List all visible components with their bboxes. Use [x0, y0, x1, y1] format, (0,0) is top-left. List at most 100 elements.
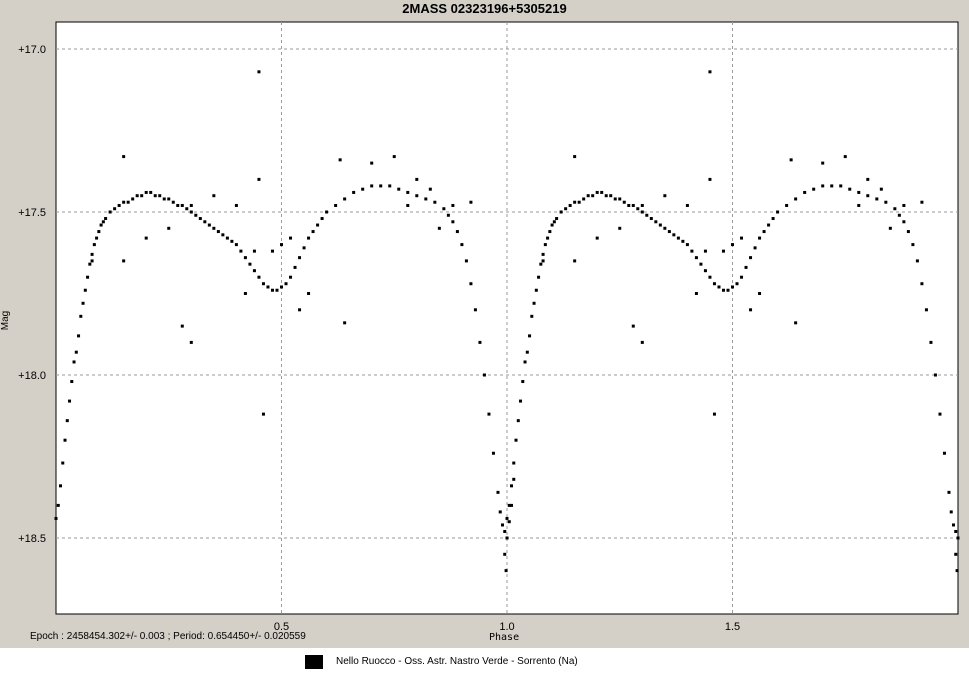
data-point [207, 223, 211, 227]
data-point [108, 210, 112, 214]
data-point [135, 194, 139, 198]
data-point [735, 282, 739, 286]
data-point [433, 200, 437, 204]
data-point [577, 200, 581, 204]
data-point [117, 203, 121, 207]
data-point [559, 210, 563, 214]
data-point [361, 187, 365, 191]
data-point [776, 210, 780, 214]
data-point [216, 230, 220, 234]
data-point [537, 275, 541, 279]
data-point [203, 220, 207, 224]
data-point [74, 350, 78, 354]
data-point [212, 226, 216, 230]
x-axis-label: Phase [489, 632, 520, 643]
data-point [906, 230, 910, 234]
data-point [530, 314, 534, 318]
data-point [726, 288, 730, 292]
data-point [428, 187, 432, 191]
data-point [320, 217, 324, 221]
data-point [767, 223, 771, 227]
data-point [212, 194, 216, 198]
data-point [694, 292, 698, 295]
data-point [573, 155, 577, 159]
data-point [180, 203, 184, 207]
data-point [893, 207, 897, 211]
data-point [293, 265, 297, 269]
data-point [460, 243, 464, 247]
data-point [392, 155, 396, 159]
legend-swatch [305, 655, 323, 669]
data-point [794, 321, 798, 325]
data-point [79, 314, 83, 318]
data-point [496, 490, 500, 494]
data-point [789, 158, 793, 162]
data-point [275, 288, 279, 292]
data-point [252, 249, 256, 253]
data-point [415, 194, 419, 198]
data-point [929, 340, 933, 344]
data-point [122, 259, 126, 263]
data-point [857, 203, 861, 207]
data-point [897, 213, 901, 217]
data-point [875, 197, 879, 201]
data-point [122, 200, 126, 204]
data-point [640, 203, 644, 207]
data-point [884, 200, 888, 204]
data-point [406, 203, 410, 207]
data-point [167, 226, 171, 230]
data-point [758, 292, 762, 295]
data-point [97, 230, 101, 234]
data-point [843, 155, 847, 159]
data-point [803, 190, 807, 194]
data-point [915, 259, 919, 263]
y-tick-label: +18.0 [18, 370, 46, 382]
data-point [270, 249, 274, 253]
data-point [731, 243, 734, 247]
data-point [498, 510, 502, 514]
data-point [334, 203, 338, 207]
data-point [167, 197, 171, 201]
data-point [721, 249, 725, 253]
y-tick-label: +17.5 [18, 207, 46, 219]
data-point [568, 203, 572, 207]
data-point [56, 503, 60, 507]
data-point [406, 190, 410, 194]
data-point [298, 308, 302, 312]
data-point [618, 197, 622, 201]
data-point [194, 213, 198, 217]
data-point [176, 203, 180, 207]
data-point [942, 451, 946, 455]
data-point [550, 223, 554, 227]
data-point [482, 373, 486, 377]
data-point [954, 552, 958, 556]
data-point [243, 292, 247, 295]
data-point [902, 203, 906, 207]
data-point [839, 184, 843, 188]
data-point [510, 484, 514, 488]
data-point [311, 230, 315, 234]
data-point [552, 220, 556, 224]
data-point [812, 187, 816, 191]
data-point [708, 275, 712, 279]
data-point [307, 292, 311, 295]
data-point [516, 419, 520, 423]
data-point [703, 249, 707, 253]
data-point [507, 520, 511, 524]
data-point [514, 438, 518, 442]
data-point [153, 194, 157, 198]
data-point [924, 308, 928, 312]
data-point [613, 197, 617, 201]
data-point [325, 210, 329, 214]
y-axis-ticks: +17.0 +17.5 +18.0 +18.5 [18, 44, 46, 545]
data-point [548, 230, 552, 234]
data-point [338, 158, 342, 162]
data-point [954, 529, 958, 533]
data-point [352, 190, 356, 194]
data-point [90, 252, 94, 256]
data-point [830, 184, 834, 188]
data-point [758, 236, 762, 240]
data-point [749, 256, 753, 260]
data-point [600, 190, 604, 194]
data-point [230, 239, 234, 243]
